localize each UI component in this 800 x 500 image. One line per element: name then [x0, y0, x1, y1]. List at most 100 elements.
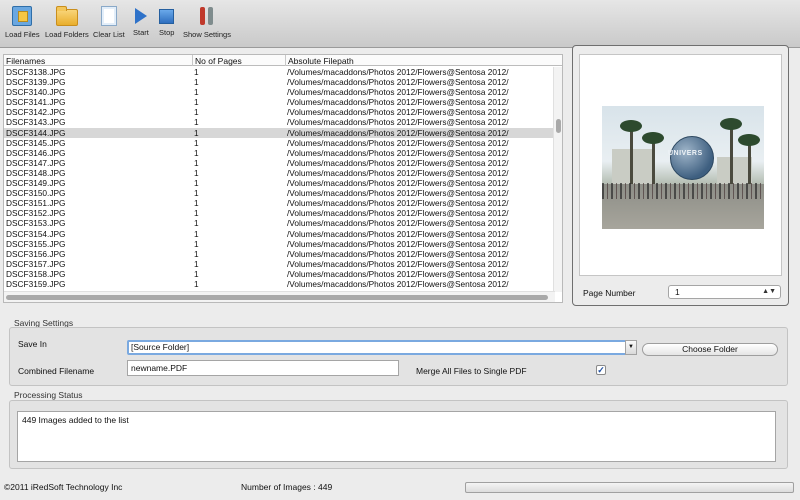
photo-palm — [730, 127, 733, 189]
table-row[interactable]: DSCF3156.JPG 1/Volumes/macaddons/Photos 2… — [4, 249, 555, 259]
table-row[interactable]: DSCF3154.JPG 1/Volumes/macaddons/Photos 2… — [4, 229, 555, 239]
tools-icon — [198, 6, 216, 26]
pages-cell: 1 — [194, 157, 199, 168]
table-row[interactable]: DSCF3152.JPG 1/Volumes/macaddons/Photos 2… — [4, 208, 555, 218]
merge-pdf-checkbox[interactable]: ✓ — [596, 365, 606, 375]
photo-palm — [630, 129, 633, 189]
table-row[interactable]: DSCF3139.JPG 1/Volumes/macaddons/Photos 2… — [4, 77, 555, 87]
pages-cell: 1 — [194, 117, 199, 128]
load-files-button[interactable]: Load Files — [5, 6, 40, 39]
filename-cell: DSCF3152.JPG — [6, 208, 66, 219]
save-in-combobox[interactable]: [Source Folder] ▼ — [127, 340, 637, 355]
clear-list-label: Clear List — [93, 30, 125, 39]
pages-cell: 1 — [194, 147, 199, 158]
pages-cell: 1 — [194, 167, 199, 178]
pages-cell: 1 — [194, 97, 199, 108]
table-row[interactable]: DSCF3144.JPG 1/Volumes/macaddons/Photos 2… — [4, 127, 555, 138]
table-row[interactable]: DSCF3145.JPG 1/Volumes/macaddons/Photos 2… — [4, 138, 555, 148]
table-row[interactable]: DSCF3150.JPG 1/Volumes/macaddons/Photos 2… — [4, 188, 555, 198]
photo-palm — [652, 139, 655, 189]
save-in-value: [Source Folder] — [131, 342, 190, 352]
filepath-cell: /Volumes/macaddons/Photos 2012/Flowers@S… — [287, 107, 509, 118]
choose-folder-button[interactable]: Choose Folder — [642, 343, 778, 356]
pages-cell: 1 — [194, 198, 199, 209]
filename-cell: DSCF3142.JPG — [6, 107, 66, 118]
pages-cell: 1 — [194, 87, 199, 98]
filename-cell: DSCF3145.JPG — [6, 137, 66, 148]
file-table[interactable]: Filenames No of Pages Absolute Filepath … — [3, 54, 563, 303]
filename-cell: DSCF3156.JPG — [6, 248, 66, 259]
table-row[interactable]: DSCF3155.JPG 1/Volumes/macaddons/Photos 2… — [4, 239, 555, 249]
load-files-label: Load Files — [5, 30, 40, 39]
horizontal-scroll-thumb[interactable] — [6, 295, 548, 300]
filepath-cell: /Volumes/macaddons/Photos 2012/Flowers@S… — [287, 198, 509, 209]
column-divider[interactable] — [192, 55, 193, 66]
clear-list-button[interactable]: Clear List — [93, 6, 125, 39]
pages-cell: 1 — [194, 278, 199, 289]
pages-cell: 1 — [194, 268, 199, 279]
page-number-select[interactable]: 1 ▲▼ — [668, 285, 781, 299]
horizontal-scrollbar[interactable] — [4, 291, 555, 302]
filepath-cell: /Volumes/macaddons/Photos 2012/Flowers@S… — [287, 87, 509, 98]
table-row[interactable]: DSCF3138.JPG 1/Volumes/macaddons/Photos 2… — [4, 67, 555, 77]
filename-cell: DSCF3143.JPG — [6, 117, 66, 128]
filename-cell: DSCF3158.JPG — [6, 268, 66, 279]
table-row[interactable]: DSCF3149.JPG 1/Volumes/macaddons/Photos 2… — [4, 178, 555, 188]
pages-cell: 1 — [194, 67, 199, 77]
stop-button[interactable]: Stop — [159, 6, 174, 37]
table-row[interactable]: DSCF3157.JPG 1/Volumes/macaddons/Photos 2… — [4, 259, 555, 269]
filename-cell: DSCF3150.JPG — [6, 188, 66, 199]
save-in-label: Save In — [18, 339, 47, 349]
filepath-cell: /Volumes/macaddons/Photos 2012/Flowers@S… — [287, 137, 509, 148]
column-header-pages[interactable]: No of Pages — [195, 56, 242, 66]
column-header-filenames[interactable]: Filenames — [6, 56, 45, 66]
table-row[interactable]: DSCF3146.JPG 1/Volumes/macaddons/Photos 2… — [4, 148, 555, 158]
filename-cell: DSCF3138.JPG — [6, 67, 66, 77]
start-button[interactable]: Start — [133, 6, 149, 37]
filepath-cell: /Volumes/macaddons/Photos 2012/Flowers@S… — [287, 248, 509, 259]
processing-status-log[interactable]: 449 Images added to the list — [17, 411, 776, 462]
vertical-scrollbar[interactable] — [553, 67, 562, 292]
vertical-scroll-thumb[interactable] — [556, 119, 561, 133]
table-row[interactable]: DSCF3142.JPG 1/Volumes/macaddons/Photos 2… — [4, 107, 555, 117]
filepath-cell: /Volumes/macaddons/Photos 2012/Flowers@S… — [287, 238, 509, 249]
processing-status-title: Processing Status — [14, 390, 83, 400]
toolbar: Load Files Load Folders Clear List Start… — [0, 0, 800, 48]
filepath-cell: /Volumes/macaddons/Photos 2012/Flowers@S… — [287, 67, 509, 77]
photo-palm-crown — [720, 118, 742, 130]
combined-filename-label: Combined Filename — [18, 366, 95, 376]
filepath-cell: /Volumes/macaddons/Photos 2012/Flowers@S… — [287, 278, 509, 289]
table-row[interactable]: DSCF3151.JPG 1/Volumes/macaddons/Photos 2… — [4, 198, 555, 208]
stop-icon — [159, 9, 175, 24]
preview-image: UNIVERS — [602, 106, 764, 229]
load-folders-button[interactable]: Load Folders — [45, 6, 89, 39]
pages-cell: 1 — [194, 137, 199, 148]
filepath-cell: /Volumes/macaddons/Photos 2012/Flowers@S… — [287, 178, 509, 189]
filename-cell: DSCF3146.JPG — [6, 147, 66, 158]
combined-filename-input[interactable]: newname.PDF — [127, 360, 399, 376]
photo-palm-crown — [642, 132, 664, 144]
table-row[interactable]: DSCF3159.JPG 1/Volumes/macaddons/Photos 2… — [4, 279, 555, 289]
filename-cell: DSCF3151.JPG — [6, 198, 66, 209]
filepath-cell: /Volumes/macaddons/Photos 2012/Flowers@S… — [287, 157, 509, 168]
table-row[interactable]: DSCF3147.JPG 1/Volumes/macaddons/Photos 2… — [4, 158, 555, 168]
table-row[interactable]: DSCF3153.JPG 1/Volumes/macaddons/Photos 2… — [4, 218, 555, 228]
filepath-cell: /Volumes/macaddons/Photos 2012/Flowers@S… — [287, 268, 509, 279]
filepath-cell: /Volumes/macaddons/Photos 2012/Flowers@S… — [287, 97, 509, 108]
pages-cell: 1 — [194, 258, 199, 269]
column-divider[interactable] — [285, 55, 286, 66]
saving-settings-group — [9, 327, 788, 386]
chevron-down-icon[interactable]: ▼ — [625, 340, 637, 355]
photo-palm — [748, 141, 751, 189]
table-row[interactable]: DSCF3143.JPG 1/Volumes/macaddons/Photos 2… — [4, 117, 555, 127]
column-header-filepath[interactable]: Absolute Filepath — [288, 56, 354, 66]
filename-cell: DSCF3159.JPG — [6, 278, 66, 289]
filepath-cell: /Volumes/macaddons/Photos 2012/Flowers@S… — [287, 208, 509, 219]
table-row[interactable]: DSCF3141.JPG 1/Volumes/macaddons/Photos 2… — [4, 97, 555, 107]
table-row[interactable]: DSCF3158.JPG 1/Volumes/macaddons/Photos 2… — [4, 269, 555, 279]
show-settings-button[interactable]: Show Settings — [183, 6, 231, 39]
table-row[interactable]: DSCF3148.JPG 1/Volumes/macaddons/Photos 2… — [4, 168, 555, 178]
pages-cell: 1 — [194, 238, 199, 249]
copyright-text: ©2011 iRedSoft Technology Inc — [4, 482, 123, 492]
table-row[interactable]: DSCF3140.JPG 1/Volumes/macaddons/Photos 2… — [4, 87, 555, 97]
